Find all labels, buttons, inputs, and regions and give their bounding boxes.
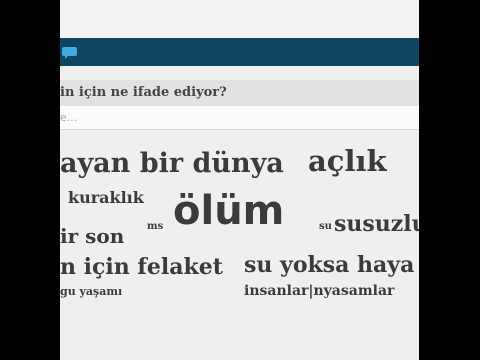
word-insanlar-yasamlar: insanlar|nyasamlar	[244, 283, 395, 299]
app-header-bar	[60, 38, 419, 66]
top-blank-area	[60, 0, 419, 38]
word-gu-yasami: gu yaşamı	[60, 285, 123, 298]
chat-bubble-icon[interactable]	[62, 47, 77, 59]
word-olum: ölüm	[173, 188, 285, 234]
app-screen: in için ne ifade ediyor? ayan bir dünya …	[60, 0, 419, 360]
word-hayan-bir-dunya: ayan bir dünya	[60, 148, 284, 179]
word-icin-felaket: n için felaket	[60, 254, 223, 280]
word-su-yoksa-hayat: su yoksa haya	[244, 252, 415, 278]
word-cloud: ayan bir dünya açlık kuraklık ölüm ms su…	[60, 136, 419, 360]
right-letterbox	[419, 0, 480, 360]
question-bar: in için ne ifade ediyor?	[60, 80, 419, 106]
answer-input[interactable]	[60, 106, 419, 130]
word-aclik: açlık	[308, 144, 387, 178]
question-text: in için ne ifade ediyor?	[60, 85, 227, 100]
word-kuraklik: kuraklık	[68, 188, 144, 207]
word-ms: ms	[147, 221, 164, 232]
word-su-small: su	[319, 221, 332, 232]
left-letterbox	[0, 0, 60, 360]
word-bir-son: ir son	[60, 224, 125, 248]
word-susuzluk: susuzlu	[334, 211, 419, 237]
